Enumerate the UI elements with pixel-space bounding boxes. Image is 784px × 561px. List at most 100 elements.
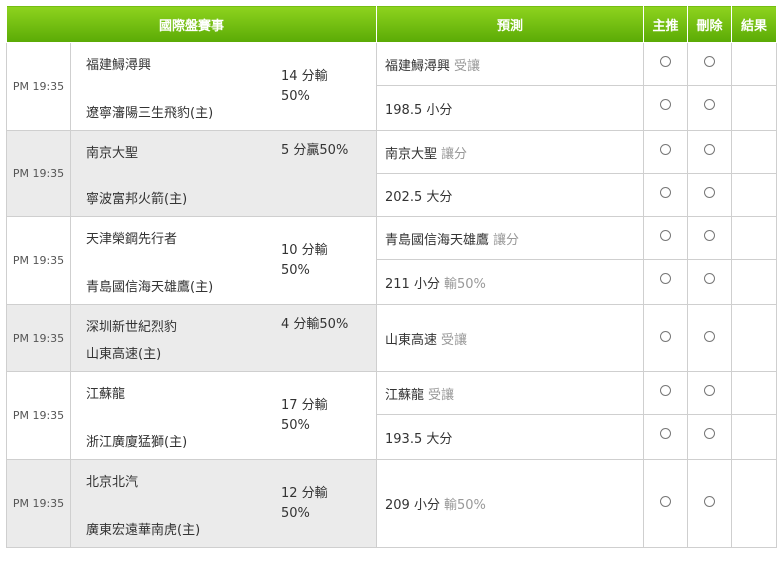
match-time: PM 19:35 <box>6 304 71 372</box>
prediction-cell: 山東高速 受讓 <box>376 304 645 372</box>
prediction-cell: 202.5 大分 <box>376 173 645 217</box>
prediction-note: 輸50% <box>443 276 486 292</box>
delete-radio[interactable] <box>704 330 716 342</box>
match-time: PM 19:35 <box>6 216 71 305</box>
main-pick-radio[interactable] <box>660 99 672 111</box>
delete-cell <box>687 173 733 217</box>
delete-cell <box>687 41 733 87</box>
prediction-column-header: 預測 <box>376 5 645 43</box>
table-row: PM 19:35 北京北汽 12 分輸 50% 廣東宏遠華南虎(主) 209 小分 輸50… <box>6 459 778 548</box>
delete-radio[interactable] <box>704 273 716 285</box>
main-pick-radio[interactable] <box>660 230 672 241</box>
result-cell <box>731 41 778 87</box>
delete-radio[interactable] <box>704 496 716 507</box>
result-cell <box>731 173 778 217</box>
match-cell: 江蘇龍 17 分輸 50% 浙江廣廈猛獅(主) <box>69 371 378 460</box>
main-pick-radio[interactable] <box>660 496 672 507</box>
handicap-text: 5 分贏50% <box>281 143 349 158</box>
main-pick-radio[interactable] <box>660 385 672 396</box>
match-time: PM 19:35 <box>6 130 71 217</box>
delete-radio[interactable] <box>704 230 716 241</box>
delete-cell <box>687 215 733 261</box>
prediction-note: 受讓 <box>428 387 455 403</box>
handicap-text: 17 分輸 50% <box>281 397 328 433</box>
delete-cell <box>687 459 733 548</box>
match-cell: 深圳新世紀烈豹 4 分輸50% 山東高速(主) <box>69 304 378 372</box>
main-pick-column-header: 主推 <box>643 5 689 43</box>
handicap-text: 14 分輸 50% <box>281 68 328 104</box>
main-pick-radio[interactable] <box>660 428 672 440</box>
prediction-cell: 江蘇龍 受讓 <box>376 370 645 416</box>
prediction-pick: 211 小分 <box>385 276 440 292</box>
match-time: PM 19:35 <box>6 42 71 131</box>
delete-radio[interactable] <box>704 99 716 111</box>
main-pick-radio[interactable] <box>660 56 672 67</box>
prediction-pick: 202.5 大分 <box>385 189 453 205</box>
delete-cell <box>687 370 733 416</box>
delete-cell <box>687 85 733 131</box>
prediction-cell: 209 小分 輸50% <box>376 459 645 548</box>
result-cell <box>731 85 778 131</box>
table-row: PM 19:35 福建鱘潯興 14 分輸 50% 遼寧瀋陽三生飛豹(主) 福建鱘潯興 受讓 <box>6 41 778 131</box>
match-cell: 北京北汽 12 分輸 50% 廣東宏遠華南虎(主) <box>69 459 378 548</box>
prediction-cell: 南京大聖 讓分 <box>376 130 645 174</box>
main-pick-cell <box>643 173 689 217</box>
delete-radio[interactable] <box>704 428 716 440</box>
main-pick-radio[interactable] <box>660 273 672 285</box>
prediction-cell: 211 小分 輸50% <box>376 259 645 305</box>
home-team-name: 廣東宏遠華南虎(主) <box>86 523 201 538</box>
prediction-pick: 198.5 小分 <box>385 102 453 118</box>
prediction-note: 受讓 <box>454 58 481 74</box>
prediction-cell: 198.5 小分 <box>376 85 645 131</box>
main-pick-cell <box>643 414 689 460</box>
result-cell <box>731 130 778 174</box>
handicap-text: 12 分輸 50% <box>281 485 328 521</box>
home-team-name: 山東高速(主) <box>86 347 162 362</box>
main-pick-cell <box>643 259 689 305</box>
table-header-row: 國際盤賽事 預測 主推 刪除 結果 <box>5 5 778 43</box>
prediction-pick: 青島國信海天雄鷹 <box>385 232 490 248</box>
main-pick-cell <box>643 304 689 372</box>
away-team-name: 天津榮鋼先行者 <box>86 232 178 247</box>
main-pick-cell <box>643 41 689 87</box>
away-team-name: 福建鱘潯興 <box>86 58 152 73</box>
delete-cell <box>687 259 733 305</box>
delete-cell <box>687 414 733 460</box>
table-row: PM 19:35 深圳新世紀烈豹 4 分輸50% 山東高速(主) 山東高速 受讓 <box>6 304 778 372</box>
main-pick-cell <box>643 130 689 174</box>
away-team-name: 深圳新世紀烈豹 <box>86 320 178 335</box>
main-pick-radio[interactable] <box>660 144 672 155</box>
delete-radio[interactable] <box>704 144 716 155</box>
delete-radio[interactable] <box>704 187 716 198</box>
home-team-name: 青島國信海天雄鷹(主) <box>86 280 214 295</box>
delete-radio[interactable] <box>704 385 716 396</box>
prediction-pick: 福建鱘潯興 <box>385 58 451 74</box>
delete-column-header: 刪除 <box>687 5 733 43</box>
match-cell: 福建鱘潯興 14 分輸 50% 遼寧瀋陽三生飛豹(主) <box>69 42 378 131</box>
prediction-pick: 南京大聖 <box>385 146 438 162</box>
away-team-name: 江蘇龍 <box>86 387 126 402</box>
result-cell <box>731 304 778 372</box>
match-cell: 南京大聖 5 分贏50% 寧波富邦火箭(主) <box>69 130 378 217</box>
prediction-pick: 209 小分 <box>385 498 440 513</box>
prediction-cell: 福建鱘潯興 受讓 <box>376 41 645 87</box>
handicap-text: 10 分輸 50% <box>281 242 328 278</box>
match-cell: 天津榮鋼先行者 10 分輸 50% 青島國信海天雄鷹(主) <box>69 216 378 305</box>
main-pick-radio[interactable] <box>660 187 672 198</box>
prediction-note: 讓分 <box>493 232 520 248</box>
delete-radio[interactable] <box>704 56 716 67</box>
match-column-header: 國際盤賽事 <box>5 5 378 43</box>
result-cell <box>731 414 778 460</box>
table-row: PM 19:35 江蘇龍 17 分輸 50% 浙江廣廈猛獅(主) 江蘇龍 受讓 <box>6 370 778 460</box>
result-cell <box>731 370 778 416</box>
main-pick-cell <box>643 459 689 548</box>
main-pick-cell <box>643 370 689 416</box>
prediction-cell: 193.5 大分 <box>376 414 645 460</box>
home-team-name: 寧波富邦火箭(主) <box>86 192 188 207</box>
match-time: PM 19:35 <box>6 459 71 548</box>
main-pick-radio[interactable] <box>660 330 672 342</box>
delete-cell <box>687 130 733 174</box>
prediction-pick: 江蘇龍 <box>385 387 425 403</box>
handicap-text: 4 分輸50% <box>281 317 349 332</box>
prediction-table: 國際盤賽事 預測 主推 刪除 結果 PM 19:35 福建鱘潯興 14 分輸 50%… <box>5 5 778 548</box>
